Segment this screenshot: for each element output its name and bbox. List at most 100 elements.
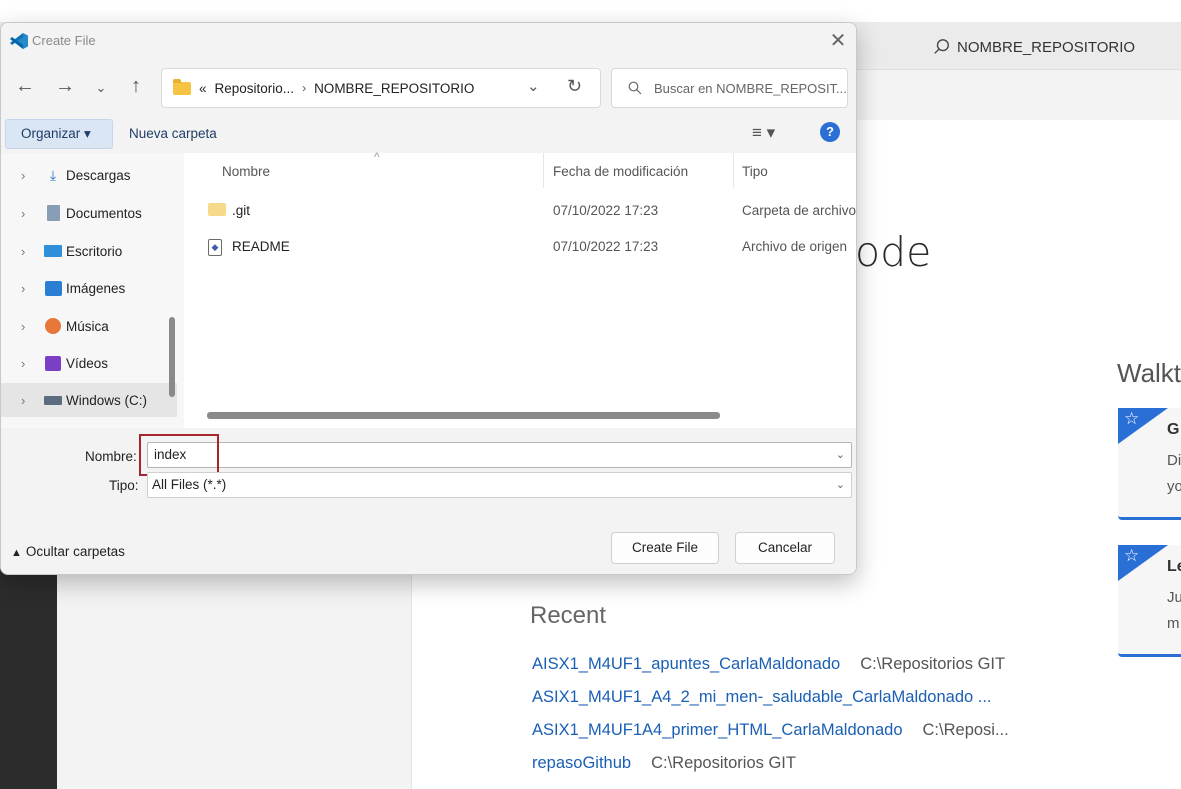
nav-item-documentos[interactable]: › Documentos xyxy=(1,196,177,230)
nav-item-label: Windows (C:) xyxy=(66,392,148,408)
command-center-text: NOMBRE_REPOSITORIO xyxy=(957,38,1136,56)
pictures-icon xyxy=(44,280,62,296)
nav-item-musica[interactable]: › Música xyxy=(1,309,177,343)
documents-icon xyxy=(44,205,62,221)
recent-item[interactable]: repasoGithub C:\Repositorios GIT xyxy=(532,747,1009,780)
dialog-toolbar: Organizar ▾ Nueva carpeta ≡ ▾ ? xyxy=(1,115,856,153)
vscode-logo-icon xyxy=(10,33,28,49)
search-icon xyxy=(628,81,642,95)
column-divider[interactable] xyxy=(733,153,734,188)
filename-input[interactable]: index ⌄ xyxy=(147,442,852,468)
recent-name[interactable]: AISX1_M4UF1_apuntes_CarlaMaldonado xyxy=(532,655,840,674)
breadcrumb-segment[interactable]: Repositorio... xyxy=(215,81,295,96)
chevron-down-icon[interactable]: ⌄ xyxy=(527,77,540,95)
file-type: Carpeta de archivo xyxy=(742,203,857,218)
sort-ascending-icon: ^ xyxy=(374,150,380,164)
recent-name[interactable]: ASIX1_M4UF1_A4_2_mi_men-_saludable_Carla… xyxy=(532,688,992,707)
expand-chevron-icon[interactable]: › xyxy=(21,319,35,334)
breadcrumb-segment[interactable]: NOMBRE_REPOSITORIO xyxy=(314,81,474,96)
create-file-dialog: Create File ✕ ← → ⌄ ↑ « Repositorio... ›… xyxy=(0,22,857,575)
command-center-search[interactable]: NOMBRE_REPOSITORIO xyxy=(905,32,1175,62)
nav-item-videos[interactable]: › Vídeos xyxy=(1,346,177,380)
nav-item-imagenes[interactable]: › Imágenes xyxy=(1,271,177,305)
card-desc: m xyxy=(1167,615,1180,632)
card-desc: yo xyxy=(1167,478,1181,495)
nav-item-label: Vídeos xyxy=(66,355,109,371)
walkthrough-card[interactable]: ☆ G Di yo xyxy=(1118,408,1181,520)
nav-item-label: Imágenes xyxy=(66,280,126,296)
download-icon: ⤓ xyxy=(49,166,57,183)
folder-search-input[interactable]: Buscar en NOMBRE_REPOSIT... xyxy=(611,68,848,108)
welcome-title: ode xyxy=(855,228,932,276)
column-header-type[interactable]: Tipo xyxy=(742,164,768,179)
side-bar xyxy=(57,560,412,789)
recent-name[interactable]: repasoGithub xyxy=(532,754,631,773)
view-options-icon[interactable]: ≡ ▾ xyxy=(752,123,775,143)
star-icon: ☆ xyxy=(1124,546,1140,565)
card-desc: Ju xyxy=(1167,589,1181,606)
folder-icon xyxy=(208,203,226,216)
highlight-box xyxy=(139,434,219,476)
recent-item[interactable]: ASIX1_M4UF1A4_primer_HTML_CarlaMaldonado… xyxy=(532,714,1009,747)
drive-icon xyxy=(44,392,62,408)
filename-label: Nombre: xyxy=(85,449,137,464)
hide-folders-toggle[interactable]: ▲ Ocultar carpetas xyxy=(11,544,125,559)
create-file-button[interactable]: Create File xyxy=(611,532,719,564)
file-icon: ◆ xyxy=(208,239,222,256)
filetype-value: All Files (*.*) xyxy=(152,477,227,492)
desktop-icon xyxy=(44,243,62,259)
address-bar[interactable]: « Repositorio... › NOMBRE_REPOSITORIO ⌄ … xyxy=(161,68,601,108)
file-name: .git xyxy=(232,203,251,218)
organize-button[interactable]: Organizar ▾ xyxy=(5,119,113,149)
file-name: README xyxy=(232,239,290,254)
expand-chevron-icon[interactable]: › xyxy=(21,393,35,408)
expand-chevron-icon[interactable]: › xyxy=(21,168,35,183)
expand-chevron-icon[interactable]: › xyxy=(21,356,35,371)
filetype-select[interactable]: All Files (*.*) ⌄ xyxy=(147,472,852,498)
help-icon[interactable]: ? xyxy=(820,122,840,142)
recent-name[interactable]: ASIX1_M4UF1A4_primer_HTML_CarlaMaldonado xyxy=(532,721,903,740)
file-row[interactable]: .git 07/10/2022 17:23 Carpeta de archivo xyxy=(184,195,857,227)
nav-scrollbar[interactable] xyxy=(169,317,175,397)
file-row[interactable]: ◆ README 07/10/2022 17:23 Archivo de ori… xyxy=(184,231,856,263)
expand-chevron-icon[interactable]: › xyxy=(21,244,35,259)
walkthroughs-heading: Walkt xyxy=(1117,358,1181,388)
file-type: Archivo de origen xyxy=(742,239,848,254)
nav-item-windows-c[interactable]: › Windows (C:) xyxy=(1,383,177,417)
chevron-down-icon[interactable]: ⌄ xyxy=(836,473,845,497)
expand-chevron-icon[interactable]: › xyxy=(21,206,35,221)
folder-icon xyxy=(173,78,191,95)
cancel-button[interactable]: Cancelar xyxy=(735,532,835,564)
dialog-titlebar: Create File ✕ xyxy=(1,23,856,59)
expand-chevron-icon[interactable]: › xyxy=(21,281,35,296)
recent-item[interactable]: AISX1_M4UF1_apuntes_CarlaMaldonado C:\Re… xyxy=(532,648,1009,681)
recent-heading: Recent xyxy=(530,602,607,629)
horizontal-scrollbar[interactable] xyxy=(207,412,720,419)
activity-bar xyxy=(0,560,57,789)
nav-item-escritorio[interactable]: › Escritorio xyxy=(1,234,177,268)
music-icon xyxy=(44,318,62,334)
navigation-pane: › ⤓ Descargas › Documentos › Escritorio … xyxy=(1,153,184,428)
nav-item-label: Descargas xyxy=(66,167,131,183)
dialog-title: Create File xyxy=(32,33,96,48)
forward-arrow-icon[interactable]: → xyxy=(53,75,77,98)
refresh-icon[interactable]: ↻ xyxy=(567,76,582,97)
recent-path: C:\Repositorios GIT xyxy=(860,655,1006,673)
up-arrow-icon[interactable]: ↑ xyxy=(124,75,148,98)
nav-item-descargas[interactable]: › ⤓ Descargas xyxy=(1,158,177,192)
navigation-row: ← → ⌄ ↑ « Repositorio... › NOMBRE_REPOSI… xyxy=(1,59,856,115)
close-icon[interactable]: ✕ xyxy=(823,27,853,55)
chevron-down-icon[interactable]: ⌄ xyxy=(836,443,845,467)
walkthrough-card[interactable]: ☆ Le Ju m xyxy=(1118,545,1181,657)
column-header-date[interactable]: Fecha de modificación xyxy=(553,164,688,179)
back-arrow-icon[interactable]: ← xyxy=(13,75,37,98)
recent-locations-chevron-icon[interactable]: ⌄ xyxy=(89,80,113,96)
column-divider[interactable] xyxy=(543,153,544,188)
column-header-name[interactable]: Nombre xyxy=(222,164,270,179)
recent-item[interactable]: ASIX1_M4UF1_A4_2_mi_men-_saludable_Carla… xyxy=(532,681,1009,714)
new-folder-button[interactable]: Nueva carpeta xyxy=(129,126,217,141)
card-title: Le xyxy=(1167,558,1181,575)
file-list: ^ Nombre Fecha de modificación Tipo .git… xyxy=(184,150,857,428)
nav-item-label: Documentos xyxy=(66,205,142,221)
recent-path: C:\Repositorios GIT xyxy=(651,754,796,772)
